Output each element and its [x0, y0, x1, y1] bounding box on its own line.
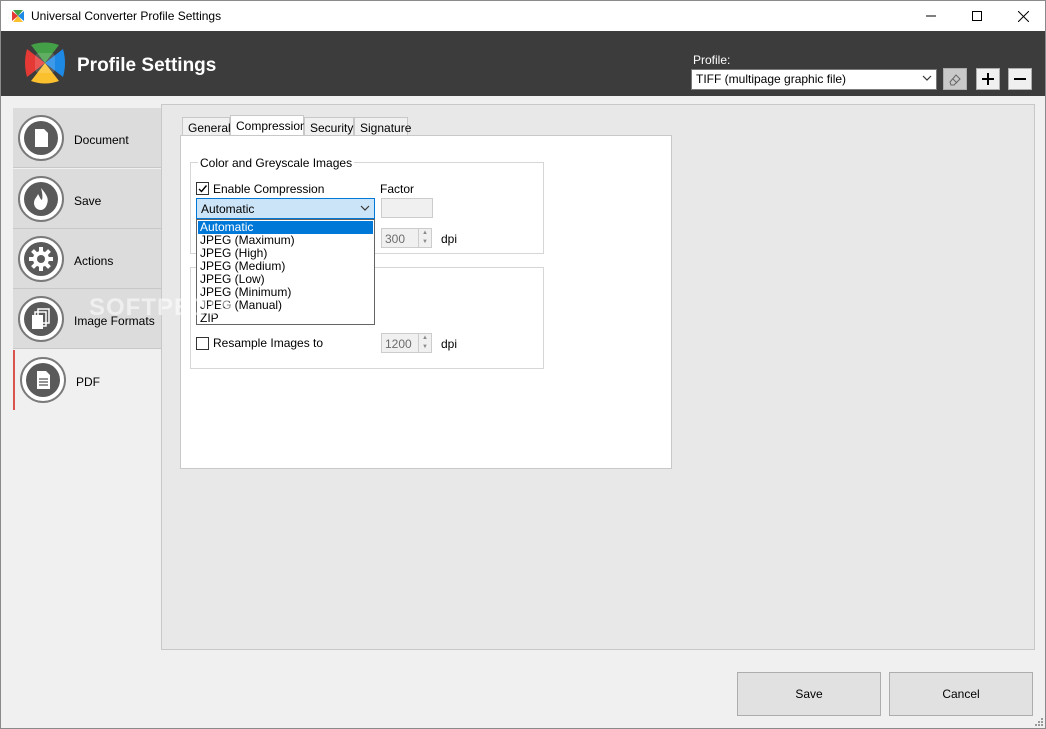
minus-icon: [1014, 78, 1026, 80]
app-window: Universal Converter Profile Settings Pro…: [0, 0, 1046, 729]
stepper-arrows-icon[interactable]: ▲ ▼: [418, 229, 431, 247]
dpi-value: 300: [385, 232, 406, 246]
resample-dpi-unit-label: dpi: [441, 337, 458, 351]
dropdown-option[interactable]: ZIP: [198, 312, 373, 325]
remove-profile-button[interactable]: [1008, 68, 1032, 90]
checkmark-icon: [198, 185, 208, 193]
resample-images-checkbox[interactable]: [196, 337, 209, 350]
stepper-arrows-icon[interactable]: ▲ ▼: [418, 334, 431, 352]
logo-icon: [25, 42, 65, 84]
maximize-button[interactable]: [954, 1, 1000, 31]
resample-images-label: Resample Images to: [213, 336, 324, 350]
sidebar-item-actions[interactable]: Actions: [13, 229, 161, 289]
group-title: Color and Greyscale Images: [198, 156, 355, 170]
title-bar: Universal Converter Profile Settings: [1, 1, 1045, 31]
window-title: Universal Converter Profile Settings: [31, 9, 222, 23]
resample-dpi-stepper[interactable]: 1200 ▲ ▼: [381, 333, 432, 353]
save-button[interactable]: Save: [737, 672, 881, 716]
sidebar-item-label: Image Formats: [74, 314, 155, 328]
tab-compression[interactable]: Compression: [230, 115, 307, 137]
resample-dpi-value: 1200: [385, 337, 412, 351]
minimize-icon: [926, 15, 936, 17]
maximize-icon: [972, 11, 982, 21]
enable-compression-label: Enable Compression: [213, 182, 325, 196]
sidebar-item-save[interactable]: Save: [13, 169, 161, 229]
compression-method-select[interactable]: Automatic: [196, 198, 375, 219]
plus-icon: [982, 73, 994, 85]
chevron-down-icon: [922, 75, 932, 81]
sidebar-item-label: PDF: [76, 375, 100, 389]
sidebar-item-label: Actions: [74, 254, 114, 268]
tab-security[interactable]: Security: [304, 117, 354, 137]
tab-general[interactable]: General: [182, 117, 231, 137]
document-icon: [18, 115, 64, 161]
stacked-pages-icon: [18, 296, 64, 342]
profile-select[interactable]: TIFF (multipage graphic file): [691, 69, 937, 90]
sidebar-item-document[interactable]: Document: [13, 108, 161, 168]
sidebar-item-image-formats[interactable]: Image Formats: [13, 289, 161, 349]
pdf-document-icon: [20, 357, 66, 403]
minimize-button[interactable]: [908, 1, 954, 31]
resize-grip-icon[interactable]: [1033, 716, 1043, 726]
enable-compression-checkbox[interactable]: [196, 182, 209, 195]
factor-label: Factor: [380, 182, 415, 196]
sidebar-item-pdf[interactable]: PDF: [13, 350, 162, 410]
profile-label: Profile:: [693, 53, 731, 67]
tab-signature[interactable]: Signature: [354, 117, 411, 137]
compression-method-dropdown: Automatic JPEG (Maximum) JPEG (High) JPE…: [196, 219, 375, 325]
page-title: Profile Settings: [77, 55, 217, 76]
close-icon: [1017, 10, 1029, 22]
flame-icon: [18, 176, 64, 222]
sidebar-nav: Document Save Actions Image Formats PDF: [13, 108, 162, 411]
sidebar-item-label: Save: [74, 194, 102, 208]
compression-method-value: Automatic: [201, 202, 255, 216]
dpi-stepper[interactable]: 300 ▲ ▼: [381, 228, 432, 248]
chevron-down-icon: [360, 205, 370, 211]
close-button[interactable]: [1000, 1, 1046, 31]
dropdown-option[interactable]: JPEG (Manual): [198, 299, 373, 312]
profile-select-value: TIFF (multipage graphic file): [696, 72, 847, 86]
dpi-unit-label: dpi: [441, 232, 458, 246]
factor-input[interactable]: [381, 198, 433, 218]
cancel-button[interactable]: Cancel: [889, 672, 1033, 716]
add-profile-button[interactable]: [976, 68, 1000, 90]
gear-icon: [18, 236, 64, 282]
eraser-icon: [949, 74, 961, 86]
sidebar-item-label: Document: [74, 133, 129, 147]
app-logo-icon: [12, 10, 24, 22]
rename-profile-button[interactable]: [943, 68, 967, 90]
